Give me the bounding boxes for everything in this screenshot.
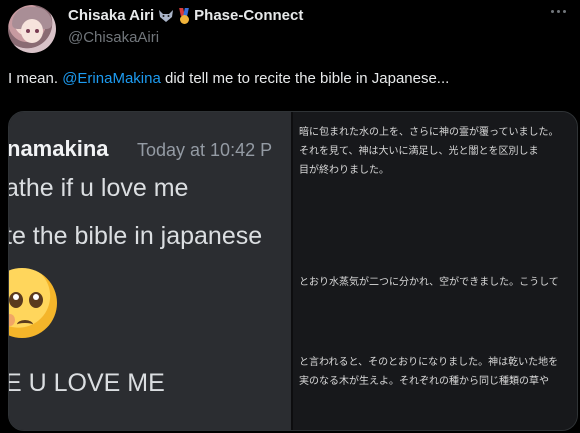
japanese-text-line: とおり水蒸気が二つに分かれ、空ができました。こうして [299,277,559,288]
japanese-text-line: 実のなる木が生えよ。それぞれの種から同じ種類の草や [299,376,549,387]
avatar-eye [26,29,30,33]
avatar-eye [35,29,39,33]
japanese-text-line: 目が終わりました。 [299,165,389,176]
japanese-bible-text: 暗に包まれた水の上を、さらに神の霊が覆っていました。 それを見て、神は大いに満足… [293,112,577,430]
author-handle[interactable]: @ChisakaAiri [68,29,159,46]
japanese-text-line: と言われると、そのとおりになりました。神は乾いた地を [299,357,559,368]
discord-timestamp: Today at 10:42 P [137,140,273,160]
japanese-text-line: それを見て、神は大いに満足し、光と闇とを区別しま [299,146,539,157]
discord-screenshot: namakina Today at 10:42 P athe if u love… [9,112,291,430]
tweet-media-image[interactable]: namakina Today at 10:42 P athe if u love… [8,111,578,431]
org-name[interactable]: Phase-Connect [194,7,303,24]
medal-emoji-icon [178,7,190,24]
more-options-icon[interactable] [551,10,566,13]
discord-message-line: athe if u love me [9,174,189,202]
japanese-text-line: 暗に包まれた水の上を、さらに神の霊が覆っていました。 [299,127,559,138]
avatar-face [21,19,43,43]
author-name-row[interactable]: Chisaka Airi Phase-Connect [68,7,303,24]
wolf-emoji-icon [158,9,174,23]
discord-message-line: E U LOVE ME [9,369,165,397]
tweet-text-after: did tell me to recite the bible in Japan… [160,70,450,87]
discord-message-line: te the bible in japanese [9,222,263,250]
mention-link[interactable]: @ErinaMakina [62,70,161,87]
pleading-face-emoji [9,268,57,338]
avatar[interactable] [8,5,56,53]
tweet-text: I mean. @ErinaMakina did tell me to reci… [8,70,449,87]
discord-username: namakina [9,136,109,161]
tweet-text-before: I mean. [8,70,63,87]
display-name[interactable]: Chisaka Airi [68,7,154,24]
